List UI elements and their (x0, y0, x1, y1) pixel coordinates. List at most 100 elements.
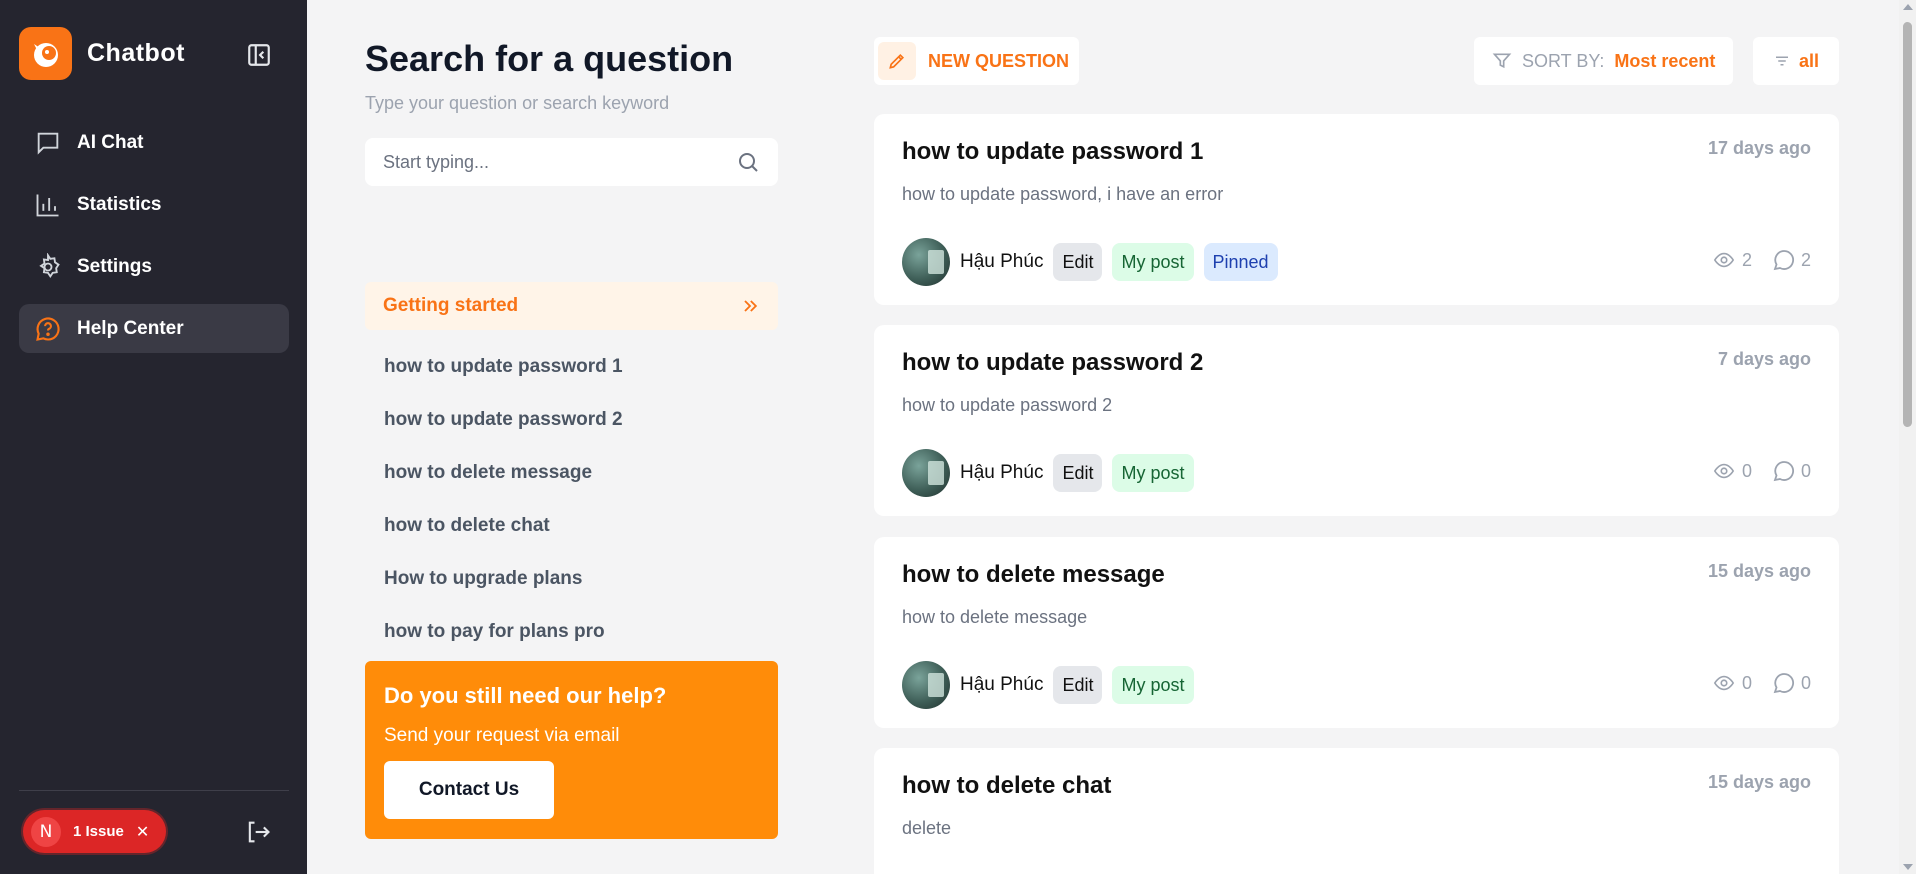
question-time: 17 days ago (1707, 138, 1811, 158)
pinned-badge: Pinned (1203, 243, 1278, 281)
question-title[interactable]: how to delete chat (902, 772, 1111, 800)
sort-label: SORT BY: (1522, 50, 1605, 71)
question-description: delete (902, 818, 952, 838)
question-title[interactable]: how to delete message (902, 561, 1165, 589)
views-stat: 2 (1711, 249, 1752, 271)
comment-icon (1773, 461, 1794, 482)
chevrons-right-icon (744, 300, 758, 312)
filter-dropdown[interactable]: all (1753, 37, 1839, 85)
question-time: 7 days ago (1717, 349, 1811, 369)
page-subtitle: Type your question or search keyword (365, 93, 670, 113)
question-stats: 0 0 (1691, 671, 1811, 695)
author-name: Hậu Phúc (960, 674, 1044, 695)
question-card[interactable]: how to delete chat 15 days ago delete (874, 748, 1839, 874)
funnel-icon (1492, 53, 1512, 69)
comments-stat: 0 (1772, 671, 1811, 695)
new-question-button[interactable]: NEW QUESTION (874, 37, 1079, 85)
help-card: Do you still need our help? Send your re… (365, 661, 778, 839)
question-title[interactable]: how to update password 2 (902, 349, 1203, 377)
scroll-thumb[interactable] (1903, 22, 1912, 427)
eye-icon (1713, 675, 1735, 691)
search-icon[interactable] (736, 150, 760, 174)
question-meta: Hậu Phúc Edit My post Pinned (902, 238, 1278, 286)
sidebar-item-ai-chat[interactable]: AI Chat (19, 118, 289, 167)
contact-us-button[interactable]: Contact Us (384, 761, 554, 819)
question-description: how to delete message (902, 607, 1088, 627)
topic-list: how to update password 1 how to update p… (384, 356, 623, 674)
filter-lines-icon (1775, 56, 1788, 66)
question-description: how to update password 2 (902, 395, 1113, 415)
issue-badge[interactable]: N 1 Issue ✕ (23, 810, 166, 853)
views-stat: 0 (1711, 672, 1752, 694)
pencil-icon (878, 42, 916, 80)
panel-collapse-icon (248, 44, 270, 66)
category-getting-started[interactable]: Getting started (365, 282, 778, 330)
edit-button[interactable]: Edit (1053, 243, 1103, 281)
views-stat: 0 (1711, 460, 1752, 482)
views-count: 2 (1741, 249, 1752, 270)
my-post-badge: My post (1112, 666, 1194, 704)
brand-name: Chatbot (87, 39, 185, 67)
filter-label: all (1798, 50, 1819, 71)
question-time: 15 days ago (1707, 772, 1811, 792)
sidebar-item-statistics[interactable]: Statistics (19, 180, 289, 229)
chatbot-logo-icon (19, 27, 72, 80)
page-title: Search for a question (365, 38, 734, 79)
my-post-badge: My post (1112, 454, 1194, 492)
question-card[interactable]: how to delete message 15 days ago how to… (874, 537, 1839, 728)
comments-stat: 2 (1772, 248, 1811, 272)
search-input[interactable] (383, 151, 736, 173)
question-stats: 2 2 (1691, 248, 1811, 272)
comments-count: 0 (1800, 460, 1811, 481)
category-title: Getting started (383, 295, 519, 316)
topic-link[interactable]: how to update password 1 (384, 356, 623, 409)
sidebar-item-help-center[interactable]: Help Center (19, 304, 289, 353)
question-card[interactable]: how to update password 2 7 days ago how … (874, 325, 1839, 516)
avatar (902, 238, 950, 286)
edit-button[interactable]: Edit (1053, 454, 1103, 492)
views-count: 0 (1741, 672, 1752, 693)
sidebar-nav: AI Chat Statistics Settings Help Center (19, 118, 289, 366)
author-name: Hậu Phúc (960, 462, 1044, 483)
scroll-down-arrow-icon[interactable] (1903, 864, 1913, 870)
topic-link[interactable]: how to delete chat (384, 515, 623, 568)
comments-count: 0 (1800, 672, 1811, 693)
help-title: Do you still need our help? (384, 683, 667, 708)
logout-button[interactable] (244, 818, 274, 848)
avatar (902, 661, 950, 709)
eye-icon (1713, 463, 1735, 479)
chat-icon (37, 132, 59, 155)
topic-link[interactable]: how to delete message (384, 462, 623, 515)
comment-icon (1773, 250, 1794, 271)
new-question-label: NEW QUESTION (928, 50, 1070, 71)
bar-chart-icon (36, 194, 59, 216)
question-time: 15 days ago (1707, 561, 1811, 581)
eye-icon (1713, 252, 1735, 268)
scroll-up-arrow-icon[interactable] (1903, 4, 1913, 10)
avatar (902, 449, 950, 497)
question-description: how to update password, i have an error (902, 184, 1224, 204)
views-count: 0 (1741, 460, 1752, 481)
sort-value: Most recent (1614, 50, 1716, 71)
close-icon[interactable]: ✕ (136, 822, 149, 842)
collapse-sidebar-button[interactable] (244, 40, 274, 70)
help-circle-icon (36, 316, 60, 341)
topic-link[interactable]: how to update password 2 (384, 409, 623, 462)
sidebar-divider (19, 790, 289, 791)
sidebar-item-settings[interactable]: Settings (19, 242, 289, 291)
question-meta: Hậu Phúc Edit My post (902, 449, 1194, 497)
sidebar-item-label: Help Center (77, 317, 184, 339)
sort-dropdown[interactable]: SORT BY: Most recent (1474, 37, 1733, 85)
page-scrollbar[interactable] (1899, 0, 1916, 874)
topic-link[interactable]: How to upgrade plans (384, 568, 623, 621)
comment-icon (1773, 673, 1794, 694)
question-card[interactable]: how to update password 1 17 days ago how… (874, 114, 1839, 305)
question-title[interactable]: how to update password 1 (902, 138, 1203, 166)
sidebar-item-label: Statistics (77, 193, 162, 215)
edit-button[interactable]: Edit (1053, 666, 1103, 704)
comments-stat: 0 (1772, 459, 1811, 483)
brand[interactable]: Chatbot (19, 27, 185, 80)
sidebar-item-label: Settings (77, 255, 152, 277)
issue-avatar: N (31, 816, 61, 847)
search-box (365, 138, 778, 186)
